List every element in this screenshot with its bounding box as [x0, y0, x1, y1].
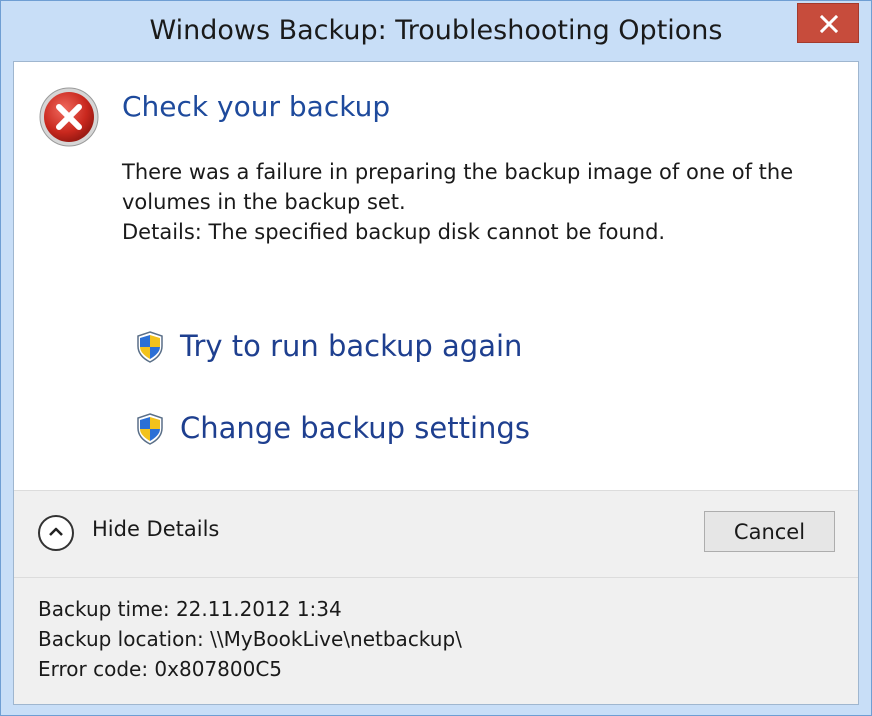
error-icon [39, 87, 99, 147]
hide-details-toggle[interactable] [38, 515, 74, 551]
details-backup-location: Backup location: \\MyBookLive\netbackup\ [38, 627, 462, 651]
error-message: There was a failure in preparing the bac… [122, 157, 822, 247]
cancel-button[interactable]: Cancel [704, 511, 835, 552]
title-bar[interactable]: Windows Backup: Troubleshooting Options [1, 1, 871, 61]
command-link-run-backup-again[interactable]: Try to run backup again [136, 329, 536, 369]
window-title: Windows Backup: Troubleshooting Options [149, 15, 723, 46]
uac-shield-icon [137, 413, 163, 445]
command-link-label: Try to run backup again [180, 329, 523, 363]
details-backup-time: Backup time: 22.11.2012 1:34 [38, 597, 342, 621]
message-line: There was a failure in preparing the bac… [122, 160, 794, 184]
dialog-window: Windows Backup: Troubleshooting Options [0, 0, 872, 716]
content-area: Check your backup There was a failure in… [14, 62, 858, 490]
command-link-label: Change backup settings [180, 411, 530, 445]
uac-shield-icon [137, 331, 163, 363]
message-line: Details: The specified backup disk canno… [122, 220, 666, 244]
details-error-code: Error code: 0x807800C5 [38, 657, 283, 681]
close-icon [820, 15, 838, 33]
main-instruction: Check your backup [122, 90, 391, 123]
close-button[interactable] [797, 3, 859, 43]
dialog-client-area: Check your backup There was a failure in… [13, 61, 859, 705]
chevron-up-icon [49, 527, 63, 536]
command-link-change-backup-settings[interactable]: Change backup settings [136, 411, 536, 451]
details-panel: Backup time: 22.11.2012 1:34 Backup loca… [14, 577, 858, 704]
message-line: volumes in the backup set. [122, 190, 406, 214]
hide-details-label[interactable]: Hide Details [92, 517, 219, 541]
button-footer: Hide Details Cancel [14, 490, 858, 577]
